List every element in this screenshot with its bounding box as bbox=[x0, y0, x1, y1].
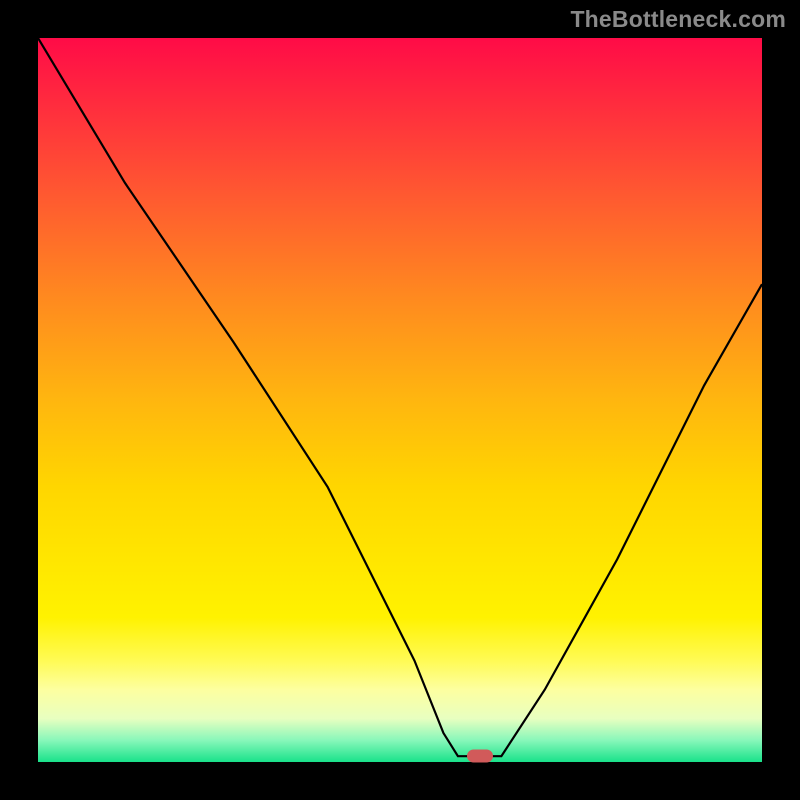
bottleneck-curve bbox=[38, 38, 762, 762]
watermark-text: TheBottleneck.com bbox=[570, 6, 786, 33]
curve-path bbox=[38, 38, 762, 756]
optimal-marker bbox=[467, 750, 493, 763]
plot-area bbox=[38, 38, 762, 762]
chart-frame: TheBottleneck.com bbox=[0, 0, 800, 800]
